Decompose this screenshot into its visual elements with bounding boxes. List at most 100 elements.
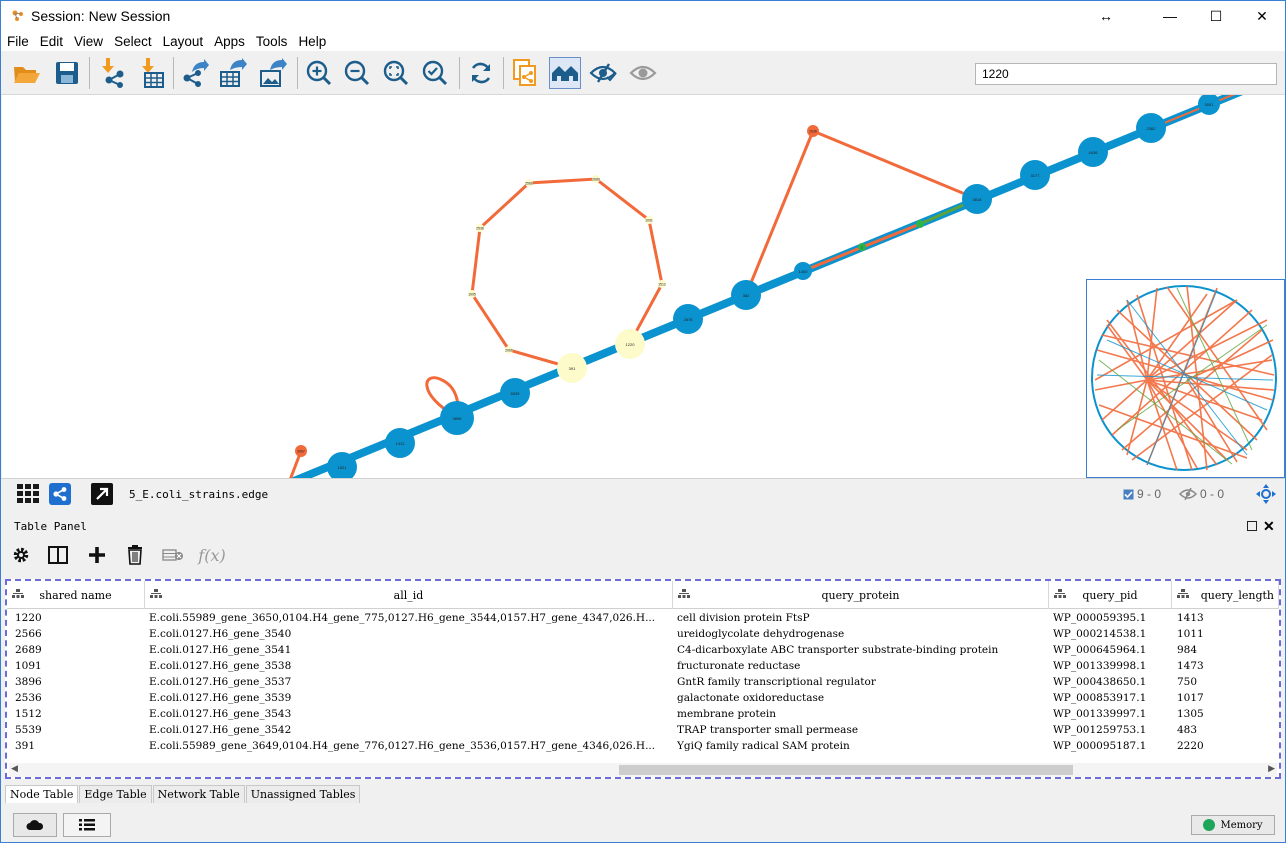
network-search-input[interactable] bbox=[975, 63, 1277, 85]
save-session-icon bbox=[56, 62, 78, 84]
birds-eye-overview[interactable] bbox=[1086, 279, 1285, 478]
home-network-button[interactable] bbox=[549, 57, 581, 89]
network-view-button[interactable] bbox=[49, 483, 71, 505]
scroll-left-arrow-icon[interactable]: ◀ bbox=[11, 763, 18, 774]
save-session-button[interactable] bbox=[51, 57, 83, 89]
zoom-in-button[interactable] bbox=[303, 57, 335, 89]
import-table-button[interactable] bbox=[135, 57, 167, 89]
node[interactable]: 1512 bbox=[658, 280, 666, 288]
node[interactable]: 2878 bbox=[673, 304, 703, 334]
menu-layout[interactable]: Layout bbox=[157, 34, 209, 49]
close-button[interactable]: ✕ bbox=[1239, 1, 1285, 31]
export-network-button[interactable] bbox=[179, 57, 211, 89]
node[interactable]: 2066 bbox=[505, 346, 513, 354]
menu-select[interactable]: Select bbox=[108, 34, 157, 49]
table-row[interactable]: 1220 E.coli.55989_gene_3650,0104.H4_gene… bbox=[7, 611, 1279, 627]
scrollbar-thumb[interactable] bbox=[619, 765, 1073, 775]
zoom-fit-button[interactable] bbox=[380, 57, 412, 89]
node[interactable]: 1905 bbox=[468, 290, 476, 298]
maximize-button[interactable]: ☐ bbox=[1193, 1, 1239, 31]
node[interactable]: 3818 bbox=[962, 184, 992, 214]
function-builder-button[interactable]: f(x) bbox=[197, 543, 227, 567]
node[interactable]: 382 bbox=[731, 280, 761, 310]
import-network-button[interactable] bbox=[97, 57, 129, 89]
node[interactable]: 4436 bbox=[1078, 137, 1108, 167]
node[interactable]: 3177 bbox=[1020, 160, 1050, 190]
node[interactable]: 2689 bbox=[592, 175, 600, 183]
export-image-button[interactable] bbox=[257, 57, 289, 89]
refresh-button[interactable] bbox=[465, 57, 497, 89]
restore-size-button[interactable]: ↔ bbox=[1083, 1, 1129, 31]
cell-query-protein: membrane protein bbox=[677, 708, 777, 720]
node[interactable]: 2936 bbox=[807, 125, 819, 137]
tab-edge-table[interactable]: Edge Table bbox=[79, 785, 152, 803]
float-panel-button[interactable] bbox=[1247, 521, 1257, 531]
node[interactable]: 3896 bbox=[440, 401, 474, 435]
delete-table-button[interactable] bbox=[161, 543, 185, 567]
zoom-selected-button[interactable] bbox=[419, 57, 451, 89]
add-column-button[interactable] bbox=[85, 543, 109, 567]
node[interactable]: 1091 bbox=[645, 216, 653, 224]
node[interactable]: 1412 bbox=[385, 428, 415, 458]
show-columns-button[interactable] bbox=[46, 543, 70, 567]
horizontal-scrollbar[interactable]: ◀ ▶ bbox=[9, 763, 1277, 777]
menu-tools[interactable]: Tools bbox=[250, 34, 293, 49]
column-header-query-pid[interactable]: query_pid bbox=[1049, 581, 1172, 609]
delete-column-button[interactable] bbox=[123, 543, 147, 567]
navigation-button[interactable] bbox=[1255, 483, 1277, 505]
cell-query-protein: cell division protein FtsP bbox=[677, 612, 810, 624]
node[interactable]: 2362 bbox=[1136, 113, 1166, 143]
node[interactable]: 1400 bbox=[794, 262, 812, 280]
memory-button[interactable]: Memory bbox=[1191, 815, 1275, 835]
open-session-button[interactable] bbox=[11, 57, 43, 89]
node[interactable]: 1220 bbox=[615, 329, 645, 359]
table-tools: f(x) bbox=[1, 539, 1285, 571]
tab-unassigned-tables[interactable]: Unassigned Tables bbox=[245, 785, 361, 803]
node-table[interactable]: shared name all_id query_protein query_p… bbox=[5, 579, 1281, 779]
menu-view[interactable]: View bbox=[68, 34, 108, 49]
node[interactable]: 5539 bbox=[500, 378, 530, 408]
tab-network-table[interactable]: Network Table bbox=[152, 785, 245, 803]
show-all-button[interactable] bbox=[627, 57, 659, 89]
table-row[interactable]: 2536 E.coli.0127.H6_gene_3539 galactonat… bbox=[7, 691, 1279, 707]
table-row[interactable]: 391 E.coli.55989_gene_3649,0104.H4_gene_… bbox=[7, 739, 1279, 755]
table-settings-button[interactable] bbox=[9, 543, 33, 567]
node[interactable]: 2536 bbox=[476, 224, 484, 232]
node[interactable]: 3067 bbox=[295, 445, 307, 457]
first-neighbors-button[interactable] bbox=[509, 57, 541, 89]
column-header-all-id[interactable]: all_id bbox=[145, 581, 673, 609]
table-row[interactable]: 3896 E.coli.0127.H6_gene_3537 GntR famil… bbox=[7, 675, 1279, 691]
node[interactable]: 1 bbox=[858, 243, 866, 251]
menu-apps[interactable]: Apps bbox=[208, 34, 250, 49]
close-panel-button[interactable]: ✕ bbox=[1263, 518, 1275, 535]
zoom-out-button[interactable] bbox=[341, 57, 373, 89]
hide-selected-button[interactable] bbox=[587, 57, 619, 89]
table-row[interactable]: 5539 E.coli.0127.H6_gene_3542 TRAP trans… bbox=[7, 723, 1279, 739]
column-header-shared-name[interactable]: shared name bbox=[7, 581, 145, 609]
node[interactable]: 391 bbox=[557, 353, 587, 383]
cell-query-pid: WP_000095187.1 bbox=[1053, 740, 1147, 752]
menu-help[interactable]: Help bbox=[292, 34, 331, 49]
cloud-button[interactable] bbox=[13, 813, 57, 837]
tab-node-table[interactable]: Node Table bbox=[5, 785, 79, 803]
grid-view-button[interactable] bbox=[17, 484, 39, 504]
detach-view-button[interactable] bbox=[91, 483, 113, 505]
menu-edit[interactable]: Edit bbox=[34, 34, 68, 49]
network-edge[interactable] bbox=[812, 129, 978, 201]
cell-query-protein: C4-dicarboxylate ABC transporter substra… bbox=[677, 644, 999, 656]
gear-icon bbox=[13, 547, 29, 563]
menu-file[interactable]: File bbox=[1, 34, 34, 49]
table-row[interactable]: 1091 E.coli.0127.H6_gene_3538 fructurona… bbox=[7, 659, 1279, 675]
open-session-icon bbox=[14, 67, 40, 83]
task-list-button[interactable] bbox=[63, 813, 111, 837]
table-row[interactable]: 2689 E.coli.0127.H6_gene_3541 C4-dicarbo… bbox=[7, 643, 1279, 659]
column-header-query-length[interactable]: query_length bbox=[1172, 581, 1279, 609]
table-row[interactable]: 1512 E.coli.0127.H6_gene_3543 membrane p… bbox=[7, 707, 1279, 723]
node[interactable] bbox=[916, 220, 924, 228]
column-header-query-protein[interactable]: query_protein bbox=[673, 581, 1049, 609]
table-row[interactable]: 2566 E.coli.0127.H6_gene_3540 ureidoglyc… bbox=[7, 627, 1279, 643]
minimize-button[interactable]: — bbox=[1147, 1, 1193, 31]
scroll-right-arrow-icon[interactable]: ▶ bbox=[1268, 763, 1275, 774]
export-table-button[interactable] bbox=[217, 57, 249, 89]
node[interactable]: 2566 bbox=[525, 179, 533, 187]
